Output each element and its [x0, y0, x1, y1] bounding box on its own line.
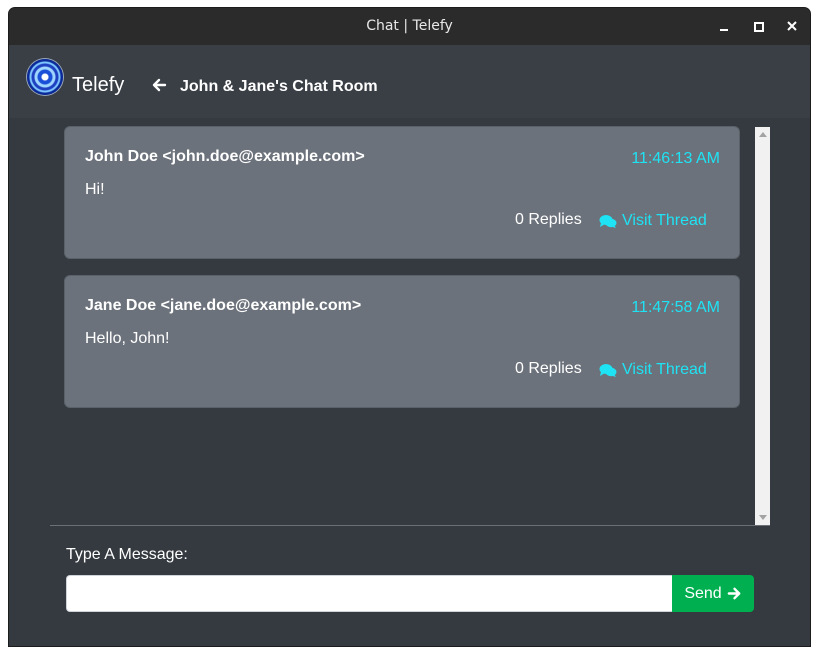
close-button[interactable] — [783, 17, 801, 35]
brand-name[interactable]: Telefy — [72, 73, 124, 97]
window-title: Chat | Telefy — [366, 18, 453, 34]
message-time: 11:46:13 AM — [631, 150, 720, 167]
message-text: Hi! — [85, 181, 105, 198]
message-text: Hello, John! — [85, 330, 170, 347]
reply-count: 0 Replies — [515, 360, 582, 377]
close-icon — [787, 21, 797, 31]
visit-thread-link[interactable]: Visit Thread — [599, 361, 707, 379]
arrow-right-icon — [727, 587, 741, 600]
comments-icon — [599, 363, 617, 377]
visit-thread-label: Visit Thread — [622, 212, 707, 229]
scroll-down-arrow-icon[interactable] — [759, 515, 767, 520]
send-button-label: Send — [684, 584, 722, 602]
arrow-left-icon[interactable] — [151, 77, 167, 93]
message-time: 11:47:58 AM — [631, 299, 720, 316]
minimize-icon — [720, 29, 728, 31]
message-scrollbar[interactable] — [755, 127, 770, 525]
message-author: John Doe <john.doe@example.com> — [85, 148, 365, 165]
message-input[interactable] — [66, 575, 672, 612]
comments-icon — [599, 214, 617, 228]
visit-thread-link[interactable]: Visit Thread — [599, 212, 707, 230]
composer-divider — [50, 525, 770, 526]
minimize-button[interactable] — [715, 17, 733, 35]
message-card: Jane Doe <jane.doe@example.com> 11:47:58… — [65, 276, 739, 407]
reply-count: 0 Replies — [515, 211, 582, 228]
scroll-up-arrow-icon[interactable] — [759, 132, 767, 137]
telefy-logo[interactable] — [27, 59, 63, 95]
message-author: Jane Doe <jane.doe@example.com> — [85, 297, 362, 314]
window-titlebar[interactable]: Chat | Telefy — [9, 8, 810, 45]
send-button[interactable]: Send — [672, 575, 754, 612]
maximize-icon — [754, 22, 764, 32]
message-input-label: Type A Message: — [66, 546, 188, 563]
visit-thread-label: Visit Thread — [622, 361, 707, 378]
maximize-button[interactable] — [749, 17, 767, 35]
message-list[interactable]: John Doe <john.doe@example.com> 11:46:13… — [50, 118, 770, 525]
navbar: Telefy John & Jane's Chat Room — [9, 45, 810, 118]
room-title: John & Jane's Chat Room — [180, 78, 378, 95]
app-window: Chat | Telefy Telefy John & Jane's Chat … — [9, 8, 810, 646]
message-card: John Doe <john.doe@example.com> 11:46:13… — [65, 127, 739, 258]
